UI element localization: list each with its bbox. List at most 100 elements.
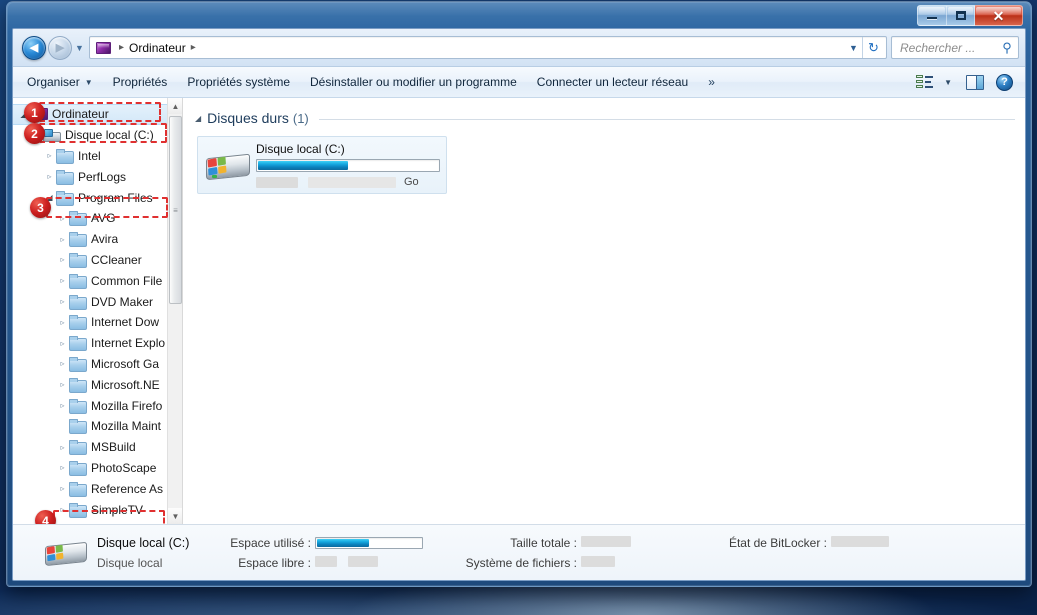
expander-closed-icon[interactable]: ▹ — [56, 463, 69, 472]
tree-item[interactable]: ▹ PhotoScape — [13, 458, 167, 479]
close-button[interactable]: ✕ — [975, 5, 1023, 26]
breadcrumb-bar[interactable]: ▸ Ordinateur ▸ ▼ ↻ — [89, 36, 887, 59]
expander-closed-icon[interactable]: ▹ — [56, 297, 69, 306]
tree-item[interactable]: ▹ DVD Maker — [13, 291, 167, 312]
recent-locations-button[interactable]: ▼ — [73, 43, 86, 53]
status-free-label: Espace libre : — [238, 555, 311, 570]
tree-item[interactable]: ▹ Microsoft.NE — [13, 374, 167, 395]
back-arrow-icon: ◀ — [29, 42, 39, 54]
search-input[interactable] — [900, 40, 1000, 55]
maximize-button[interactable] — [946, 5, 975, 26]
toolbar-item-connecter-lecteur[interactable]: Connecter un lecteur réseau — [527, 70, 698, 94]
toolbar-label: Connecter un lecteur réseau — [536, 75, 689, 89]
breadcrumb-separator-icon[interactable]: ▸ — [191, 42, 196, 53]
toolbar-item-proprietes[interactable]: Propriétés — [103, 70, 178, 94]
expander-closed-icon[interactable]: ▹ — [56, 380, 69, 389]
folder-icon — [69, 336, 87, 352]
expander-closed-icon[interactable]: ▹ — [56, 505, 69, 514]
preview-pane-icon — [966, 74, 984, 90]
tree-item-label: CCleaner — [91, 252, 142, 267]
tree-item-label: Program Files — [78, 190, 153, 205]
drive-tile-local-disk-c[interactable]: Disque local (C:) Go — [197, 136, 447, 194]
expander-closed-icon[interactable]: ▹ — [56, 401, 69, 410]
tree-item-label: PerfLogs — [78, 169, 127, 184]
group-header-hard-drives[interactable]: ◢ Disques durs (1) — [183, 98, 1025, 126]
sidebar-scrollbar[interactable]: ▲ ≡ ▼ — [167, 98, 182, 524]
toolbar-item-desinstaller[interactable]: Désinstaller ou modifier un programme — [300, 70, 527, 94]
drive-tile-info: Disque local (C:) Go — [256, 142, 440, 188]
tree-item-label: Ordinateur — [52, 107, 109, 122]
computer-icon — [96, 41, 111, 54]
breadcrumb-separator-icon: ▸ — [119, 42, 125, 53]
tree-item[interactable]: ▹ Intel — [13, 146, 167, 167]
tree-item[interactable]: ▹ Internet Dow — [13, 312, 167, 333]
status-free-value — [315, 555, 431, 570]
scroll-down-button[interactable]: ▼ — [168, 508, 182, 524]
expander-closed-icon[interactable]: ▹ — [56, 443, 69, 452]
toolbar-label: Propriétés système — [187, 75, 291, 89]
chevron-down-icon: ▼ — [75, 42, 84, 53]
expander-closed-icon[interactable]: ▹ — [56, 359, 69, 368]
file-list-pane[interactable]: ◢ Disques durs (1) Disque local (C:) Go — [183, 98, 1025, 524]
group-divider — [318, 118, 1015, 120]
folder-icon — [69, 502, 87, 518]
preview-pane-button[interactable] — [956, 70, 994, 94]
tree-item-label: Internet Explo — [91, 336, 166, 351]
expander-closed-icon[interactable]: ▹ — [56, 255, 69, 264]
search-box[interactable]: ⚲ — [891, 36, 1019, 59]
forward-button[interactable]: ▶ — [48, 35, 72, 60]
folder-icon — [56, 169, 74, 185]
search-icon[interactable]: ⚲ — [1000, 40, 1014, 56]
tree-item[interactable]: ▹ Microsoft Ga — [13, 354, 167, 375]
expander-closed-icon[interactable]: ▹ — [43, 151, 56, 160]
tree-item[interactable]: ▹ Reference As — [13, 478, 167, 499]
breadcrumb-computer[interactable]: Ordinateur — [129, 41, 186, 55]
toolbar-item-proprietes-systeme[interactable]: Propriétés système — [177, 70, 300, 94]
expander-closed-icon[interactable]: ▹ — [43, 172, 56, 181]
help-button[interactable]: ? — [994, 70, 1021, 94]
group-title: Disques durs — [207, 110, 289, 126]
expander-closed-icon[interactable]: ▹ — [56, 484, 69, 493]
toolbar-item-organiser[interactable]: Organiser ▼ — [17, 70, 103, 94]
expander-closed-icon[interactable]: ▹ — [56, 318, 69, 327]
tree-item[interactable]: ▹ Avira — [13, 229, 167, 250]
annotation-badge-4: 4 — [35, 510, 56, 524]
refresh-icon[interactable]: ↻ — [862, 37, 884, 58]
expander-closed-icon[interactable]: ▹ — [56, 214, 69, 223]
collapse-triangle-icon[interactable]: ◢ — [195, 114, 201, 123]
tree-item[interactable]: ▹ CCleaner — [13, 250, 167, 271]
group-count: (1) — [292, 110, 309, 126]
command-bar: Organiser ▼ Propriétés Propriétés systèm… — [13, 67, 1025, 98]
tree-item-label: AVG — [91, 211, 116, 226]
scroll-up-button[interactable]: ▲ — [168, 98, 182, 114]
expander-closed-icon[interactable]: ▹ — [56, 339, 69, 348]
annotation-badge-1: 1 — [24, 102, 45, 123]
back-button[interactable]: ◀ — [22, 35, 46, 60]
tree-item[interactable]: ▹ Common File — [13, 270, 167, 291]
change-view-button[interactable]: ▼ — [908, 70, 956, 94]
drive-usage-fill — [258, 161, 348, 170]
total-value-redacted — [581, 535, 631, 547]
tree-item[interactable]: ▹ MSBuild — [13, 437, 167, 458]
total-space-redacted — [308, 176, 396, 188]
address-dropdown-icon[interactable]: ▼ — [845, 43, 862, 53]
folder-icon — [69, 211, 87, 227]
tree-item[interactable]: ▹ Internet Explo — [13, 333, 167, 354]
window-client-area: ◀ ▶ ▼ ▸ Ordinateur ▸ ▼ ↻ ⚲ — [12, 28, 1026, 581]
sidebar-scroll-thumb[interactable]: ≡ — [169, 116, 182, 304]
status-bitlocker-value — [831, 535, 889, 550]
explorer-body: ◢Ordinateur◢Disque local (C:)▹Intel▹Perf… — [13, 98, 1025, 524]
expander-closed-icon[interactable]: ▹ — [56, 235, 69, 244]
toolbar-overflow-button[interactable]: » — [698, 75, 724, 89]
annotation-badge-3: 3 — [30, 197, 51, 218]
expander-closed-icon[interactable]: ▹ — [56, 276, 69, 285]
tree-item[interactable]: ▹ Mozilla Firefo — [13, 395, 167, 416]
folder-icon — [69, 460, 87, 476]
folder-icon — [69, 232, 87, 248]
folder-icon — [69, 356, 87, 372]
minimize-button[interactable] — [917, 5, 946, 26]
status-used-label: Espace utilisé : — [230, 535, 311, 550]
tree-item[interactable]: ▹ PerfLogs — [13, 166, 167, 187]
drive-capacity-line: Go — [256, 176, 440, 188]
tree-item[interactable]: Mozilla Maint — [13, 416, 167, 437]
